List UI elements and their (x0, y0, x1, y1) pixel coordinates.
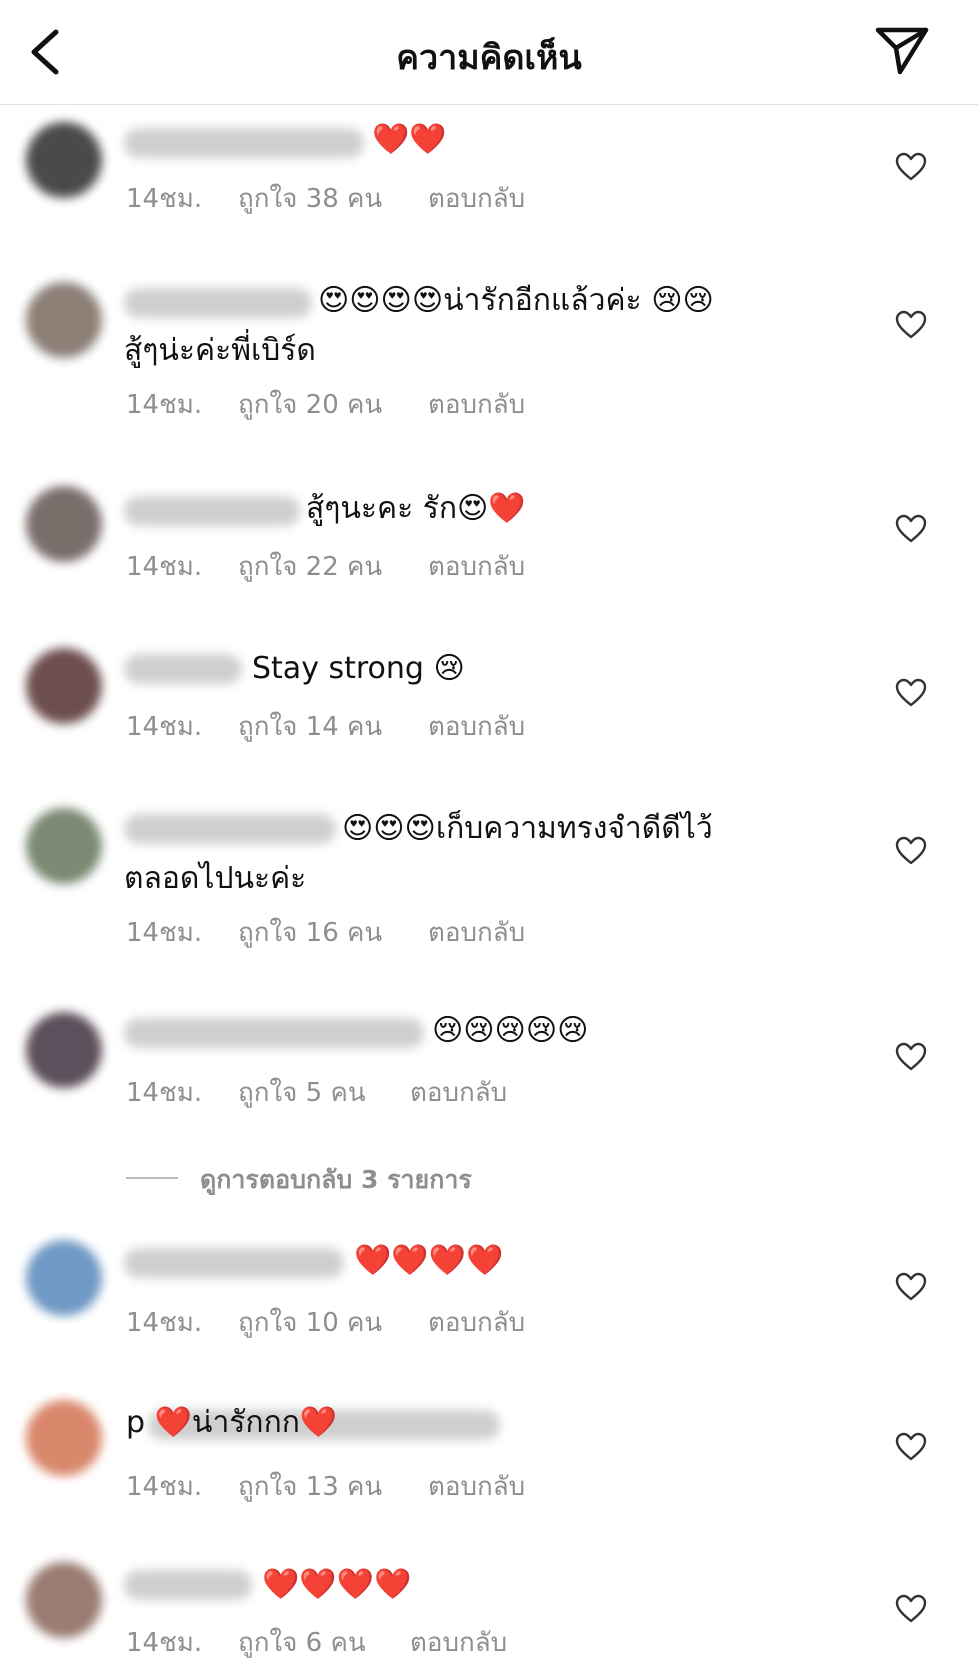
page-title: ความคิดเห็น (396, 38, 582, 78)
comment-time: 14ชม. (126, 918, 203, 948)
heart-outline-icon (895, 1594, 927, 1623)
reply-button[interactable]: ตอบกลับ (428, 706, 525, 747)
heart-outline-icon (895, 1042, 927, 1071)
comment-text: ❤️❤️ (372, 122, 447, 157)
comment-meta: 14ชม. ถูกใจ 22 คน ตอบกลับ (126, 546, 525, 587)
comment-text: 😍😍😍เก็บความทรงจำดีดีไว้ ตลอดไปนะค่ะ (124, 811, 713, 896)
comment-time: 14ชม. (126, 390, 203, 420)
heart-outline-icon (895, 152, 927, 181)
divider (126, 1177, 178, 1179)
comment-meta: 14ชม. ถูกใจ 16 คน ตอบกลับ (126, 912, 525, 953)
reply-button[interactable]: ตอบกลับ (428, 1466, 525, 1507)
like-button[interactable] (895, 678, 927, 708)
like-button[interactable] (895, 152, 927, 182)
comment-text: p ❤️น่ารักกก❤️ (126, 1405, 338, 1440)
comment-meta: 14ชม. ถูกใจ 38 คน ตอบกลับ (126, 178, 525, 219)
heart-outline-icon (895, 310, 927, 339)
reply-button[interactable]: ตอบกลับ (428, 384, 525, 425)
like-button[interactable] (895, 1272, 927, 1302)
reply-button[interactable]: ตอบกลับ (428, 1302, 525, 1343)
reply-button[interactable]: ตอบกลับ (410, 1622, 507, 1663)
heart-outline-icon (895, 514, 927, 543)
like-button[interactable] (895, 1432, 927, 1462)
comment-time: 14ชม. (126, 1078, 203, 1108)
like-button[interactable] (895, 836, 927, 866)
like-count[interactable]: ถูกใจ 22 คน (238, 546, 428, 587)
comment-text: Stay strong 😢 (252, 651, 465, 686)
heart-outline-icon (895, 1432, 927, 1461)
heart-outline-icon (895, 678, 927, 707)
header-bar: ความคิดเห็น (0, 0, 978, 105)
comment-text: 😢😢😢😢😢 (432, 1013, 589, 1048)
comment-meta: 14ชม. ถูกใจ 6 คน ตอบกลับ (126, 1622, 507, 1663)
like-button[interactable] (895, 514, 927, 544)
like-count[interactable]: ถูกใจ 20 คน (238, 384, 428, 425)
view-replies-label[interactable]: ดูการตอบกลับ 3 รายการ (200, 1160, 472, 1200)
heart-outline-icon (895, 836, 927, 865)
comment-meta: 14ชม. ถูกใจ 13 คน ตอบกลับ (126, 1466, 525, 1507)
comment-meta: 14ชม. ถูกใจ 14 คน ตอบกลับ (126, 706, 525, 747)
like-count[interactable]: ถูกใจ 38 คน (238, 178, 428, 219)
reply-button[interactable]: ตอบกลับ (410, 1072, 507, 1113)
reply-button[interactable]: ตอบกลับ (428, 912, 525, 953)
heart-outline-icon (895, 1272, 927, 1301)
like-button[interactable] (895, 310, 927, 340)
reply-button[interactable]: ตอบกลับ (428, 546, 525, 587)
like-count[interactable]: ถูกใจ 5 คน (238, 1072, 410, 1113)
like-count[interactable]: ถูกใจ 14 คน (238, 706, 428, 747)
comment-text: ❤️❤️❤️❤️ (354, 1243, 504, 1278)
comment-time: 14ชม. (126, 184, 203, 214)
like-count[interactable]: ถูกใจ 6 คน (238, 1622, 410, 1663)
share-button[interactable] (872, 22, 932, 78)
comment-time: 14ชม. (126, 1628, 203, 1658)
comment-text: 😍😍😍😍น่ารักอีกแล้วค่ะ 😢😢 สู้ๆน่ะค่ะพี่เบิ… (124, 283, 714, 368)
like-button[interactable] (895, 1042, 927, 1072)
like-count[interactable]: ถูกใจ 10 คน (238, 1302, 428, 1343)
comment-meta: 14ชม. ถูกใจ 10 คน ตอบกลับ (126, 1302, 525, 1343)
comment-text: ❤️❤️❤️❤️ (262, 1567, 412, 1602)
comment-time: 14ชม. (126, 712, 203, 742)
like-count[interactable]: ถูกใจ 16 คน (238, 912, 428, 953)
comment-text: สู้ๆนะคะ รัก😍❤️ (306, 491, 526, 526)
comment-time: 14ชม. (126, 552, 203, 582)
reply-button[interactable]: ตอบกลับ (428, 178, 525, 219)
paper-plane-icon (875, 27, 929, 75)
comment-time: 14ชม. (126, 1308, 203, 1338)
comment-meta: 14ชม. ถูกใจ 5 คน ตอบกลับ (126, 1072, 507, 1113)
like-button[interactable] (895, 1594, 927, 1624)
like-count[interactable]: ถูกใจ 13 คน (238, 1466, 428, 1507)
comment-time: 14ชม. (126, 1472, 203, 1502)
comment-meta: 14ชม. ถูกใจ 20 คน ตอบกลับ (126, 384, 525, 425)
